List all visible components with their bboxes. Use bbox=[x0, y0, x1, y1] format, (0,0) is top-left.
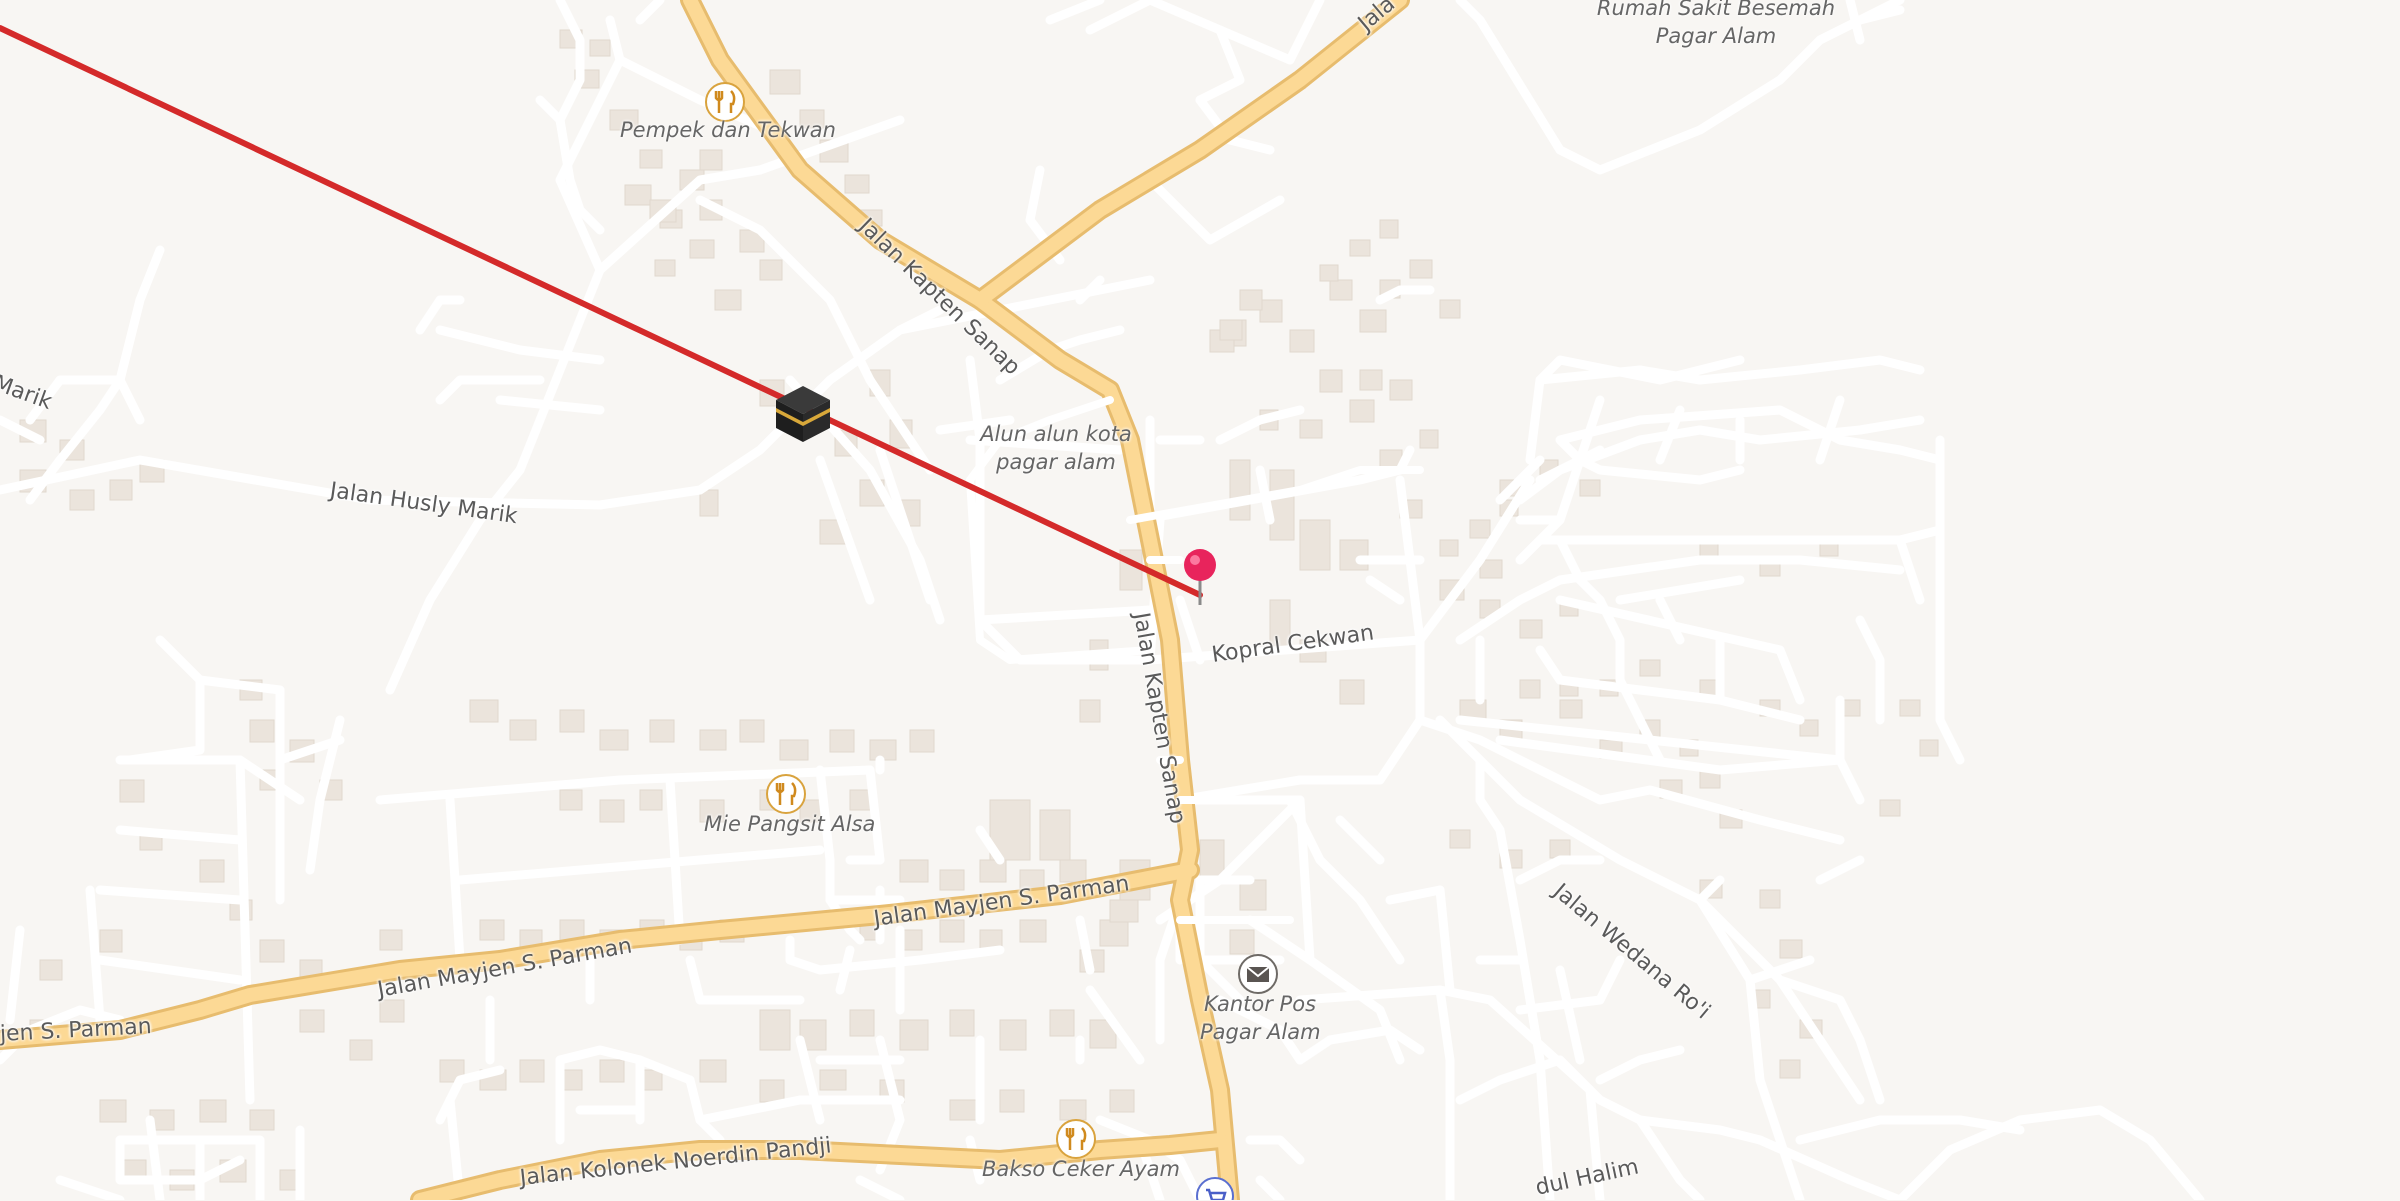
poi-label-line: Kantor Pos bbox=[1203, 992, 1317, 1016]
area-label-alun-alun[interactable]: Alun alun kota pagar alam bbox=[976, 420, 1136, 476]
mail-icon[interactable] bbox=[1238, 954, 1278, 994]
area-label-rumah-sakit[interactable]: Rumah Sakit Besemah Pagar Alam bbox=[1596, 0, 1836, 50]
poi-label-pempek-dan-tekwan[interactable]: Pempek dan Tekwan bbox=[620, 116, 836, 144]
area-label-line: Alun alun kota bbox=[980, 422, 1132, 446]
poi-label-bakso-ceker-ayam[interactable]: Bakso Ceker Ayam bbox=[982, 1155, 1180, 1183]
area-label-line: pagar alam bbox=[996, 450, 1116, 474]
poi-label-kantor-pos[interactable]: Kantor Pos Pagar Alam bbox=[1200, 990, 1321, 1046]
restaurant-icon[interactable] bbox=[1056, 1119, 1096, 1159]
restaurant-icon[interactable] bbox=[766, 774, 806, 814]
area-label-line: Rumah Sakit Besemah bbox=[1596, 0, 1836, 20]
area-label-line: Pagar Alam bbox=[1655, 24, 1777, 48]
poi-label-line: Pagar Alam bbox=[1200, 1020, 1321, 1044]
poi-label-mie-pangsit-alsa[interactable]: Mie Pangsit Alsa bbox=[704, 810, 875, 838]
